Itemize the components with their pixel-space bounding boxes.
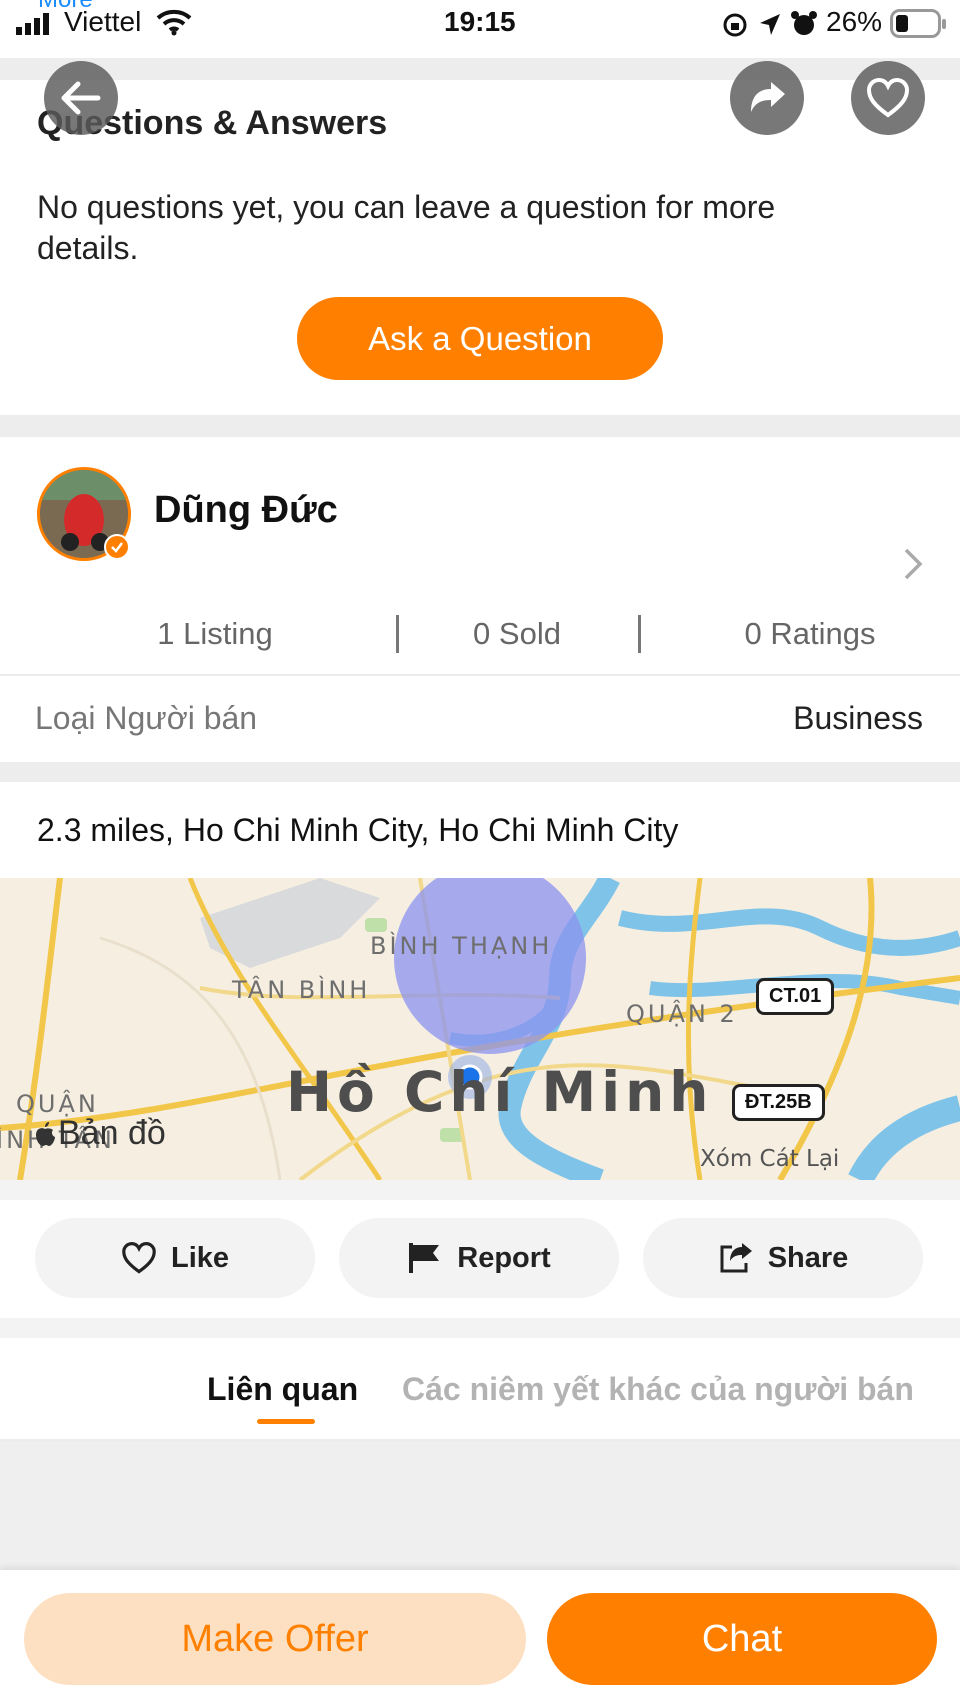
location-text: 2.3 miles, Ho Chi Minh City, Ho Chi Minh… [37,812,679,848]
map-city-label: Hồ Chí Minh [286,1060,714,1124]
clock: 19:15 [444,6,516,37]
heart-outline-icon [122,1242,156,1274]
sold-count[interactable]: 0 Sold [400,616,634,652]
heart-icon [866,78,910,118]
wifi-icon [156,9,192,36]
bottom-action-bar: Make Offer Chat [0,1570,960,1707]
tab-content-area [0,1441,960,1570]
map-district-label: QUẬN 2 [626,1000,738,1028]
road-shield: ĐT.25B [732,1084,825,1121]
check-icon [111,542,123,553]
share-icon [720,1243,752,1273]
forward-share-button[interactable] [730,61,804,135]
divider [0,762,960,782]
favorite-button[interactable] [851,61,925,135]
ask-question-button[interactable]: Ask a Question [297,297,663,380]
back-arrow-icon [61,81,101,115]
active-tab-indicator [257,1419,315,1424]
seller-name: Dũng Đức [154,489,338,531]
make-offer-button[interactable]: Make Offer [24,1593,526,1685]
map-district-label: TÂN BÌNH [232,976,371,1004]
map-place-label: Xóm Cát Lại [700,1146,840,1172]
battery-percent: 26% [826,6,883,37]
report-button[interactable]: Report [339,1218,619,1298]
map-attribution[interactable]: Bản đồ [58,1114,166,1153]
apple-logo-icon [36,1122,55,1146]
divider [0,1180,960,1200]
qa-empty-message: No questions yet, you can leave a questi… [37,189,776,266]
alarm-icon [791,11,817,35]
verified-badge [104,534,130,560]
battery-icon [890,9,946,38]
road-shield: CT.01 [756,978,835,1015]
like-button[interactable]: Like [35,1218,315,1298]
carrier-name: Viettel [64,6,142,37]
share-label: Share [767,1241,849,1274]
divider [0,674,960,676]
stat-separator [638,615,641,653]
seller-type-value: Business [793,700,923,736]
like-label: Like [170,1241,230,1274]
report-label: Report [457,1241,551,1274]
share-button[interactable]: Share [643,1218,923,1298]
chevron-right-icon [904,548,923,580]
map-district-label: BÌNH THẠNH [370,932,553,960]
flag-icon [409,1243,440,1273]
divider [0,1318,960,1338]
chat-button[interactable]: Chat [547,1593,937,1685]
location-arrow-icon [760,14,780,35]
divider [0,415,960,437]
signal-icon [16,13,49,35]
divider [0,58,960,80]
seller-type-label: Loại Người bán [35,700,258,736]
tab-seller-other-listings[interactable]: Các niêm yết khác của người bán [402,1371,914,1408]
status-bar: More Viettel 19:15 26% [0,0,960,58]
stat-separator [396,615,399,653]
forward-arrow-icon [751,82,785,112]
orientation-lock-icon [723,13,747,37]
listing-count[interactable]: 1 Listing [100,616,330,652]
back-button[interactable] [44,61,118,135]
location-map[interactable]: BÌNH THẠNH TÂN BÌNH QUẬN 2 QUẬN ÌNH TÂN … [0,878,960,1180]
tab-related[interactable]: Liên quan [207,1371,358,1408]
ratings-count[interactable]: 0 Ratings [690,616,930,652]
